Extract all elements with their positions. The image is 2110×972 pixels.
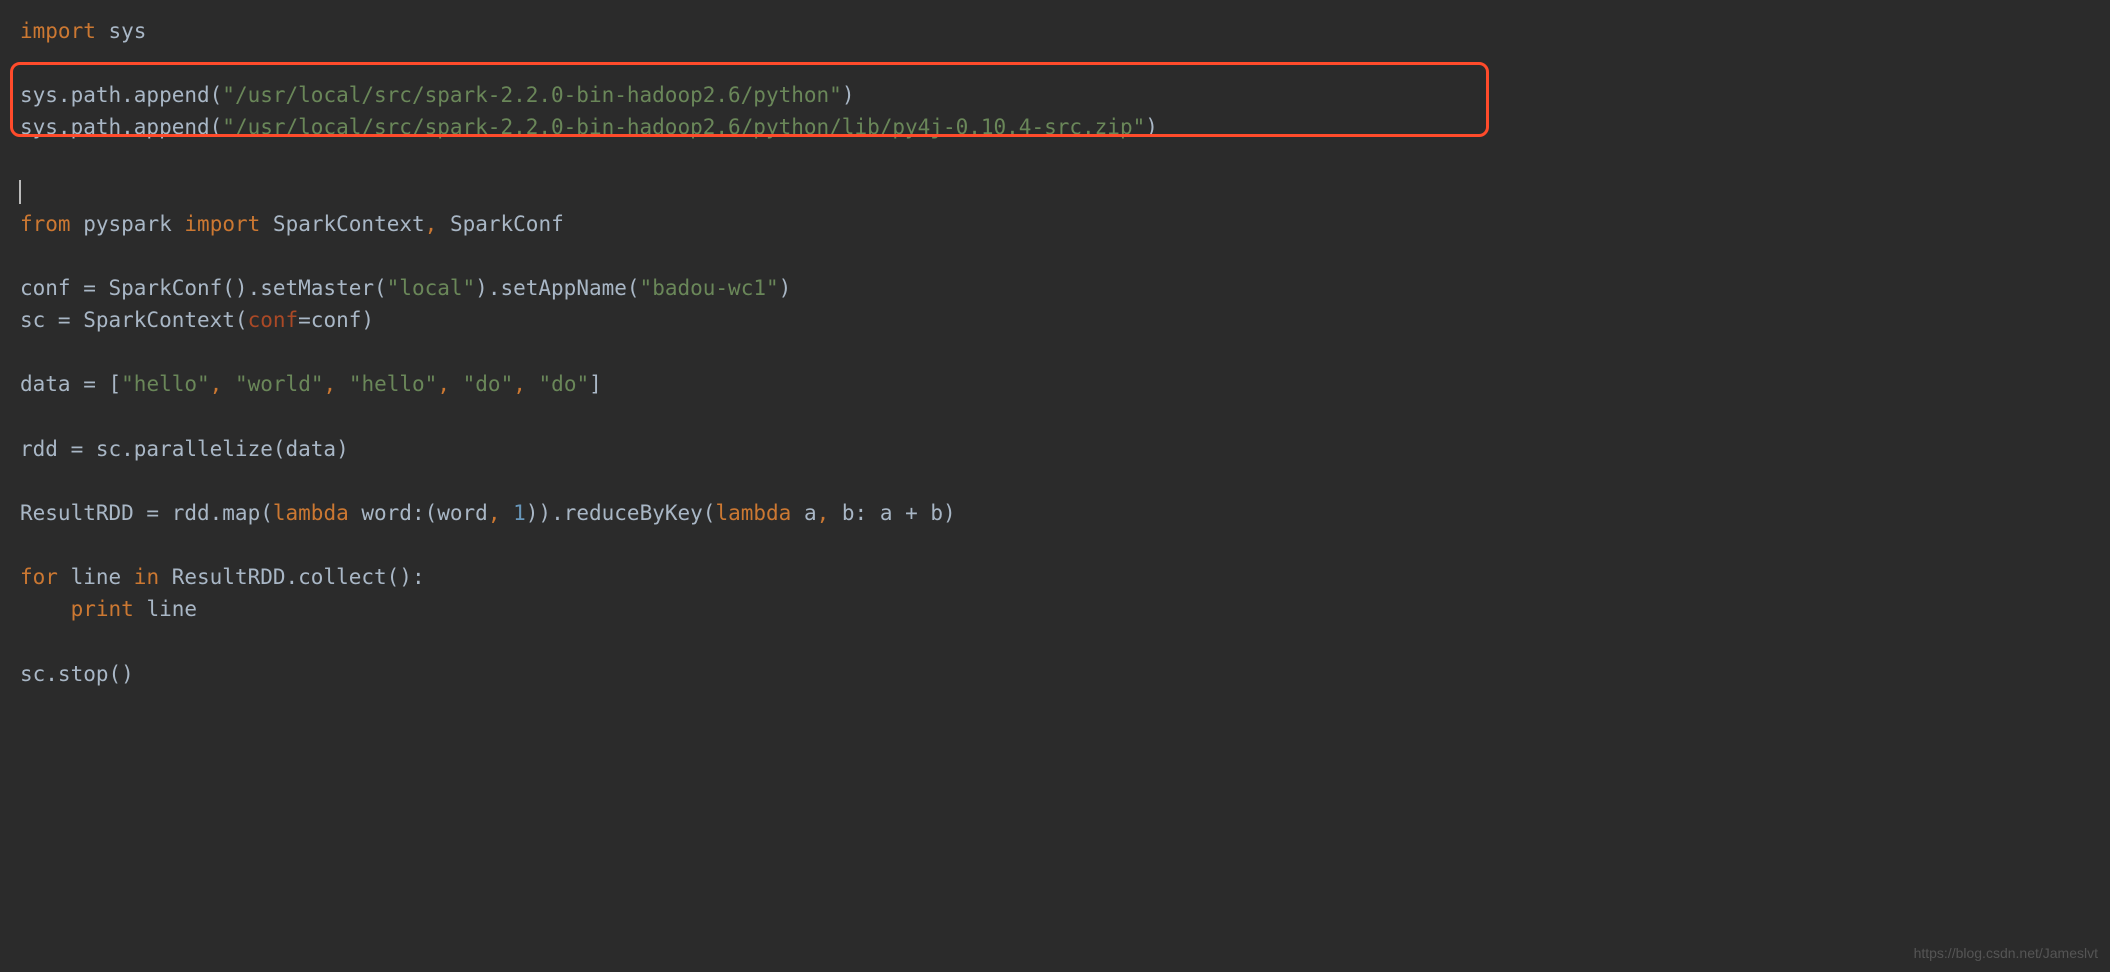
code-text: )).reduceByKey( (526, 501, 716, 525)
code-text: sc.stop() (20, 662, 134, 686)
keyword-import: import (184, 212, 260, 236)
watermark-text: https://blog.csdn.net/Jameslvt (1914, 943, 2098, 964)
code-text: b: a + b) (829, 501, 955, 525)
code-text: sc = SparkContext( (20, 308, 248, 332)
class-sparkcontext: SparkContext (273, 212, 425, 236)
code-text: word:(word (349, 501, 488, 525)
string-literal: "local" (387, 276, 476, 300)
code-text: line (58, 565, 134, 589)
code-text: a (791, 501, 816, 525)
code-text: rdd = sc.parallelize(data) (20, 437, 349, 461)
comma: , (817, 501, 830, 525)
code-text: =conf) (298, 308, 374, 332)
comma: , (425, 212, 438, 236)
indent (20, 597, 71, 621)
code-text: line (134, 597, 197, 621)
module-sys: sys (109, 19, 147, 43)
comma: , (488, 501, 501, 525)
string-literal: "/usr/local/src/spark-2.2.0-bin-hadoop2.… (222, 115, 1145, 139)
string-literal: "hello" (121, 372, 210, 396)
code-text: sys.path.append( (20, 83, 222, 107)
paren: ) (779, 276, 792, 300)
comma: , (324, 372, 337, 396)
number-literal: 1 (513, 501, 526, 525)
code-text: conf = SparkConf().setMaster( (20, 276, 387, 300)
code-text: ).setAppName( (475, 276, 639, 300)
paren: ) (842, 83, 855, 107)
keyword-lambda: lambda (273, 501, 349, 525)
string-literal: "/usr/local/src/spark-2.2.0-bin-hadoop2.… (222, 83, 842, 107)
paren: ) (1145, 115, 1158, 139)
comma: , (210, 372, 223, 396)
text-cursor (19, 180, 21, 204)
keyword-in: in (134, 565, 159, 589)
keyword-from: from (20, 212, 71, 236)
keyword-import: import (20, 19, 96, 43)
keyword-lambda: lambda (715, 501, 791, 525)
string-literal: "do" (539, 372, 590, 396)
param-conf: conf (248, 308, 299, 332)
comma: , (437, 372, 450, 396)
module-pyspark: pyspark (83, 212, 172, 236)
string-literal: "world" (235, 372, 324, 396)
code-text: ResultRDD = rdd.map( (20, 501, 273, 525)
code-text: ResultRDD.collect(): (159, 565, 425, 589)
keyword-for: for (20, 565, 58, 589)
code-text: sys.path.append( (20, 115, 222, 139)
string-literal: "badou-wc1" (640, 276, 779, 300)
code-editor[interactable]: import sys sys.path.append("/usr/local/s… (20, 15, 2090, 690)
string-literal: "hello" (349, 372, 438, 396)
bracket: ] (589, 372, 602, 396)
class-sparkconf: SparkConf (450, 212, 564, 236)
comma: , (513, 372, 526, 396)
string-literal: "do" (463, 372, 514, 396)
keyword-print: print (71, 597, 134, 621)
code-text: data = [ (20, 372, 121, 396)
